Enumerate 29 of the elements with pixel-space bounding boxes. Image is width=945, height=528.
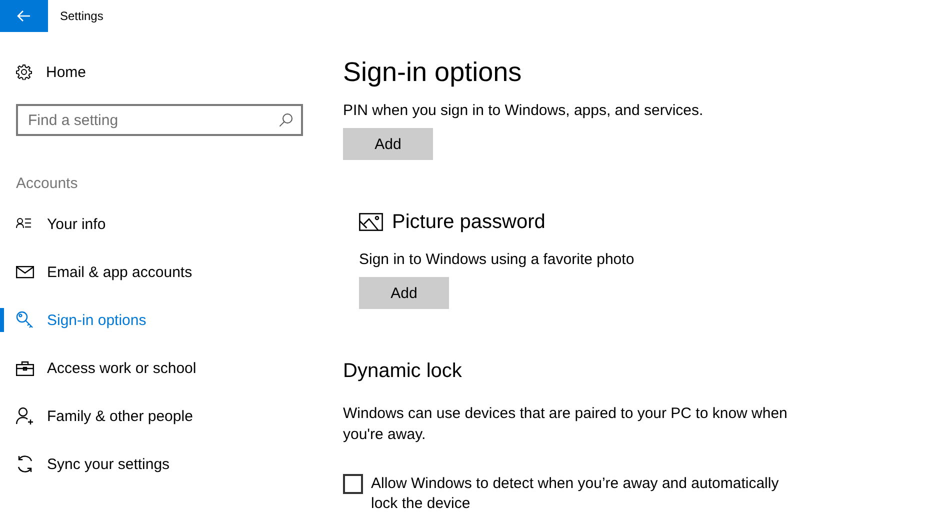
person-add-icon bbox=[16, 407, 34, 425]
nav-item[interactable]: Sign-in options bbox=[0, 296, 320, 344]
nav-item[interactable]: Access work or school bbox=[0, 344, 320, 392]
pin-description: PIN when you sign in to Windows, apps, and services. bbox=[343, 101, 704, 121]
home-link[interactable]: Home bbox=[46, 64, 86, 80]
nav-item[interactable]: Sync your settings bbox=[0, 440, 320, 488]
nav-item[interactable]: Email & app accounts bbox=[0, 248, 320, 296]
search-field[interactable]: Find a setting bbox=[16, 104, 303, 136]
search-icon bbox=[279, 113, 293, 127]
section-heading: Accounts bbox=[16, 174, 79, 194]
key-icon bbox=[16, 311, 34, 329]
back-arrow-icon bbox=[17, 10, 31, 22]
add-button[interactable]: Add bbox=[359, 277, 449, 309]
picture-password-description: Sign in to Windows using a favorite photo bbox=[359, 250, 634, 270]
gear-icon bbox=[16, 64, 32, 80]
checkbox[interactable] bbox=[343, 474, 363, 494]
window-title: Settings bbox=[60, 9, 104, 23]
page-title: Sign-in options bbox=[343, 56, 522, 89]
sync-icon bbox=[16, 455, 34, 473]
checkbox-label: Allow Windows to detect when you’re away and automatically lock the device bbox=[371, 474, 780, 514]
add-button[interactable]: Add bbox=[343, 128, 433, 160]
dynamic-lock-description: Windows can use devices that are paired to your PC to know when you're away. bbox=[343, 404, 788, 445]
briefcase-icon bbox=[16, 360, 34, 376]
envelope-icon bbox=[16, 265, 34, 279]
nav-item[interactable]: Your info bbox=[0, 200, 320, 248]
section-heading: Dynamic lock bbox=[343, 359, 462, 384]
nav-item[interactable]: Family & other people bbox=[0, 392, 320, 440]
section-heading: Picture password bbox=[392, 210, 546, 235]
picture-icon bbox=[359, 213, 383, 231]
